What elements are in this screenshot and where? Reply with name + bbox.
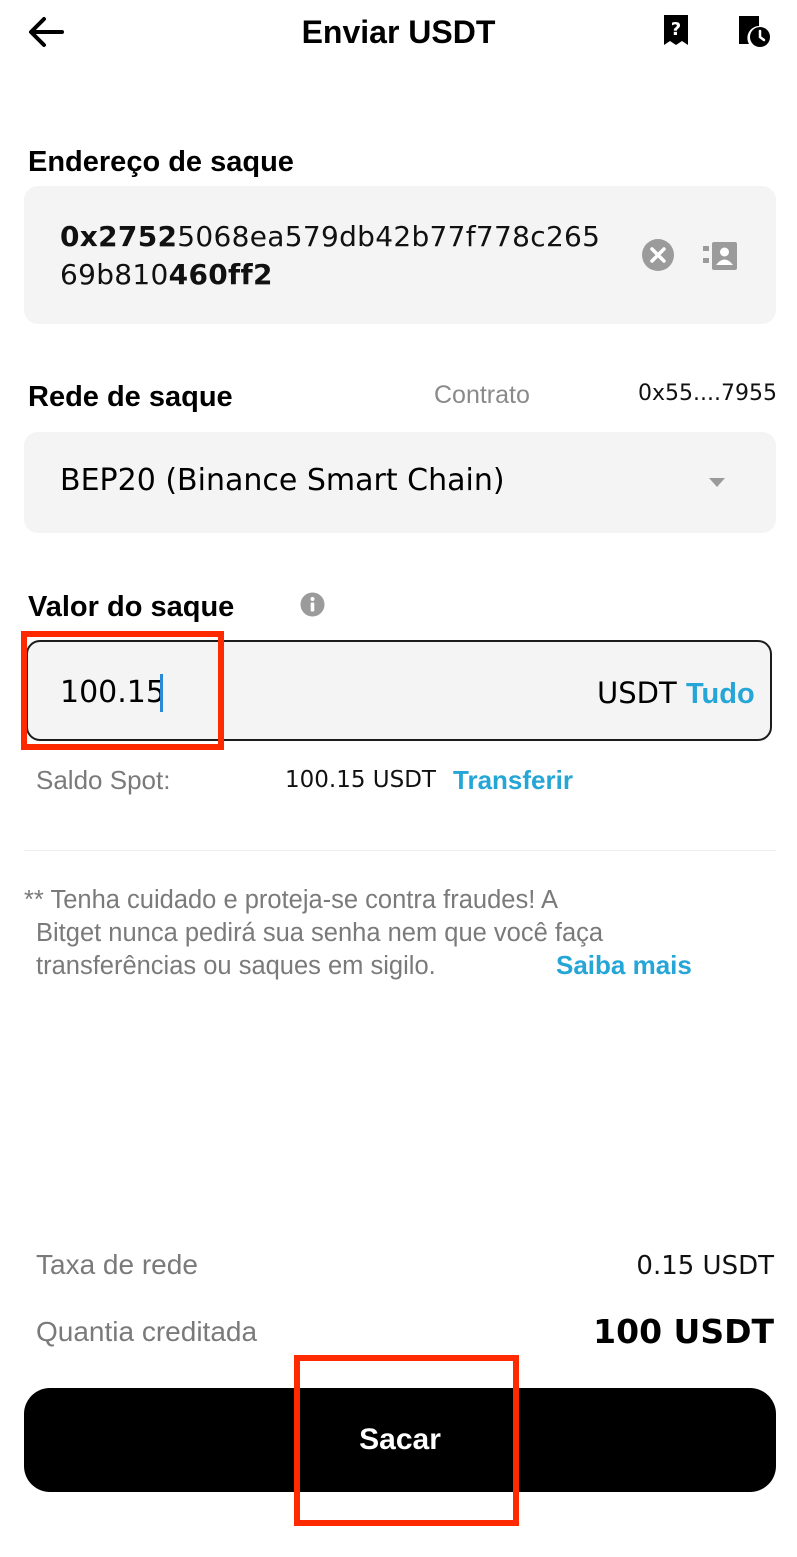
address-value[interactable]: 0x27525068ea579db42b77f778c265 69b810460… — [60, 218, 620, 294]
highlight-box-button — [294, 1355, 519, 1526]
credited-label: Quantia creditada — [36, 1316, 258, 1347]
credited-value: 100 USDT — [593, 1312, 774, 1351]
network-selected-value: BEP20 (Binance Smart Chain) — [60, 463, 505, 498]
contract-value: 0x55....7955 — [638, 381, 777, 406]
learn-more-link[interactable]: Saiba mais — [556, 950, 692, 981]
clear-address-button[interactable] — [641, 238, 675, 272]
highlight-box-amount — [21, 631, 224, 750]
help-button[interactable]: ? — [658, 12, 694, 48]
address-book-button[interactable] — [703, 240, 737, 272]
transfer-link[interactable]: Transferir — [453, 765, 573, 796]
balance-value: 100.15 USDT — [285, 767, 436, 793]
address-line2: 69b810 — [60, 258, 169, 291]
contract-label: Contrato — [434, 381, 530, 409]
fee-label: Taxa de rede — [36, 1249, 198, 1280]
history-clock-icon — [739, 16, 770, 47]
divider — [24, 850, 776, 851]
warning-line-2: Bitget nunca pedirá sua senha nem que vo… — [36, 919, 604, 947]
question-doc-icon: ? — [664, 15, 688, 45]
address-start: 0x2752 — [60, 220, 178, 253]
amount-info-button[interactable] — [300, 592, 325, 617]
amount-label: Valor do saque — [28, 591, 235, 623]
balance-label: Saldo Spot: — [36, 765, 171, 795]
amount-unit: USDT — [597, 676, 677, 710]
address-end: 460ff2 — [168, 258, 273, 291]
clear-circle-icon — [642, 239, 674, 271]
address-label: Endereço de saque — [28, 146, 294, 178]
svg-text:?: ? — [671, 19, 681, 40]
address-book-icon — [703, 242, 737, 270]
history-button[interactable] — [735, 12, 771, 48]
info-icon — [300, 592, 325, 617]
warning-line-1: ** Tenha cuidado e proteja-se contra fra… — [24, 886, 558, 914]
fee-value: 0.15 USDT — [636, 1251, 774, 1281]
network-label: Rede de saque — [28, 381, 233, 413]
chevron-down-icon — [709, 478, 725, 487]
max-amount-link[interactable]: Tudo — [686, 678, 755, 711]
address-mid: 5068ea579db42b77f778c265 — [177, 220, 601, 253]
